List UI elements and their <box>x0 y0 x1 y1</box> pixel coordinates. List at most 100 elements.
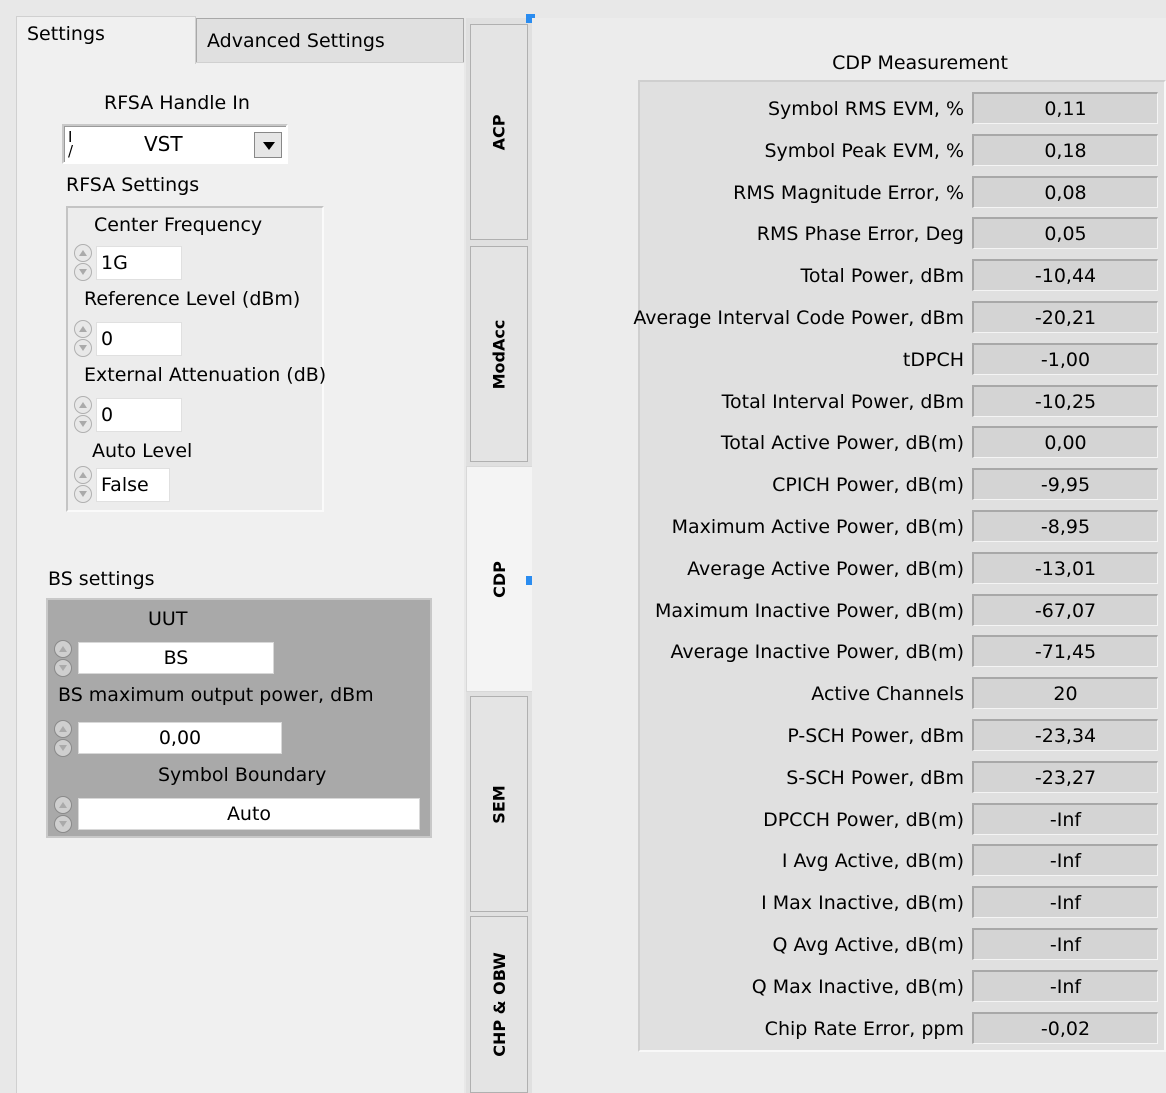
cdp-row-label: S-SCH Power, dBm <box>786 767 964 789</box>
cdp-row-value: -Inf <box>972 886 1158 918</box>
cdp-row-value: -20,21 <box>972 301 1158 333</box>
tab-advanced-settings[interactable]: Advanced Settings <box>196 18 464 62</box>
cdp-row-value: 20 <box>972 677 1158 709</box>
external-attenuation-field[interactable]: 0 <box>96 398 182 432</box>
cdp-row-value: 0,18 <box>972 134 1158 166</box>
cdp-row-label: Chip Rate Error, ppm <box>764 1018 964 1040</box>
decrement-icon[interactable] <box>74 263 92 281</box>
tab-settings[interactable]: Settings <box>16 16 196 64</box>
cdp-row-value: -71,45 <box>972 635 1158 667</box>
uut-label: UUT <box>148 608 188 630</box>
cdp-row-label: CPICH Power, dB(m) <box>772 474 964 496</box>
reference-level-label: Reference Level (dBm) <box>84 288 301 310</box>
cdp-row-value: -Inf <box>972 803 1158 835</box>
cdp-row-label: Average Inactive Power, dB(m) <box>670 641 964 663</box>
rfsa-handle-selector[interactable]: I / VST <box>62 124 288 164</box>
cdp-row-value: 0,05 <box>972 217 1158 249</box>
tab-cdp[interactable]: CDP <box>466 466 532 692</box>
bs-max-power-field[interactable]: 0,00 <box>78 722 282 754</box>
tab-chp-obw-label: CHP & OBW <box>489 952 509 1057</box>
cdp-row-value: -9,95 <box>972 468 1158 500</box>
cdp-row-value: -8,95 <box>972 510 1158 542</box>
increment-icon[interactable] <box>54 796 72 814</box>
decrement-icon[interactable] <box>74 485 92 503</box>
center-frequency-stepper[interactable] <box>74 244 92 282</box>
rfsa-handle-value: VST <box>144 132 183 156</box>
increment-icon[interactable] <box>54 640 72 658</box>
symbol-boundary-label: Symbol Boundary <box>158 764 327 786</box>
cdp-row-value: -23,27 <box>972 761 1158 793</box>
cdp-row-label: Maximum Active Power, dB(m) <box>671 516 964 538</box>
tab-cdp-label: CDP <box>490 560 509 598</box>
decrement-icon[interactable] <box>54 659 72 677</box>
tab-sem[interactable]: SEM <box>470 696 528 912</box>
cdp-row-value: -0,02 <box>972 1012 1158 1044</box>
cdp-row-label: Symbol Peak EVM, % <box>764 140 965 162</box>
cdp-row-value: -10,44 <box>972 259 1158 291</box>
tab-sem-label: SEM <box>489 784 509 824</box>
auto-level-field[interactable]: False <box>96 468 170 502</box>
decrement-icon[interactable] <box>54 815 72 833</box>
cdp-row-label: Q Max Inactive, dB(m) <box>751 976 964 998</box>
auto-level-stepper[interactable] <box>74 466 92 504</box>
increment-icon[interactable] <box>54 720 72 738</box>
cdp-row-label: Average Active Power, dB(m) <box>687 558 964 580</box>
cdp-row-label: Total Power, dBm <box>800 265 964 287</box>
cdp-row-value: -Inf <box>972 844 1158 876</box>
tab-acp-label: ACP <box>489 114 509 150</box>
cdp-row-label: DPCCH Power, dB(m) <box>763 809 964 831</box>
reference-level-stepper[interactable] <box>74 320 92 358</box>
cdp-row-label: Total Interval Power, dBm <box>721 391 964 413</box>
center-frequency-field[interactable]: 1G <box>96 246 182 280</box>
tab-modacc-label: ModAcc <box>489 319 509 389</box>
increment-icon[interactable] <box>74 244 92 262</box>
decrement-icon[interactable] <box>74 339 92 357</box>
bs-max-power-stepper[interactable] <box>54 720 72 758</box>
cdp-row-label: I Max Inactive, dB(m) <box>761 892 964 914</box>
external-attenuation-stepper[interactable] <box>74 396 92 434</box>
tab-modacc[interactable]: ModAcc <box>470 246 528 462</box>
cdp-row-value: 0,00 <box>972 426 1158 458</box>
cdp-row-label: I Avg Active, dB(m) <box>781 850 964 872</box>
cdp-row-label: RMS Phase Error, Deg <box>756 223 964 245</box>
increment-icon[interactable] <box>74 396 92 414</box>
auto-level-label: Auto Level <box>92 440 193 462</box>
external-attenuation-label: External Attenuation (dB) <box>84 364 327 386</box>
center-frequency-label: Center Frequency <box>94 214 263 236</box>
rfsa-handle-label: RFSA Handle In <box>104 92 250 114</box>
tab-acp[interactable]: ACP <box>470 24 528 240</box>
cdp-row-value: 0,11 <box>972 92 1158 124</box>
cdp-row-label: Maximum Inactive Power, dB(m) <box>654 600 964 622</box>
cdp-row-value: -Inf <box>972 928 1158 960</box>
uut-field[interactable]: BS <box>78 642 274 674</box>
cdp-row-label: Symbol RMS EVM, % <box>767 98 964 120</box>
cdp-row-label: Q Avg Active, dB(m) <box>772 934 964 956</box>
bs-max-power-label: BS maximum output power, dBm <box>58 684 374 706</box>
io-icon: I / <box>68 128 74 160</box>
increment-icon[interactable] <box>74 466 92 484</box>
rfsa-settings-label: RFSA Settings <box>66 174 200 196</box>
cdp-row-value: -23,34 <box>972 719 1158 751</box>
bs-settings-label: BS settings <box>48 568 155 590</box>
cdp-row-label: Active Channels <box>811 683 964 705</box>
cdp-row-label: RMS Magnitude Error, % <box>733 182 964 204</box>
cdp-row-value: -Inf <box>972 970 1158 1002</box>
chevron-down-icon[interactable] <box>254 132 282 158</box>
cdp-row-label: P-SCH Power, dBm <box>787 725 964 747</box>
cdp-row-value: -67,07 <box>972 594 1158 626</box>
cdp-row-value: -10,25 <box>972 385 1158 417</box>
decrement-icon[interactable] <box>74 415 92 433</box>
cdp-measurement-title: CDP Measurement <box>832 52 1008 74</box>
cdp-row-label: Average Interval Code Power, dBm <box>633 307 964 329</box>
cdp-row-label: tDPCH <box>902 349 964 371</box>
symbol-boundary-field[interactable]: Auto <box>78 798 420 830</box>
symbol-boundary-stepper[interactable] <box>54 796 72 834</box>
cdp-row-value: 0,08 <box>972 176 1158 208</box>
uut-stepper[interactable] <box>54 640 72 678</box>
increment-icon[interactable] <box>74 320 92 338</box>
reference-level-field[interactable]: 0 <box>96 322 182 356</box>
cdp-row-value: -13,01 <box>972 552 1158 584</box>
tab-chp-obw[interactable]: CHP & OBW <box>470 916 528 1093</box>
cdp-row-value: -1,00 <box>972 343 1158 375</box>
decrement-icon[interactable] <box>54 739 72 757</box>
